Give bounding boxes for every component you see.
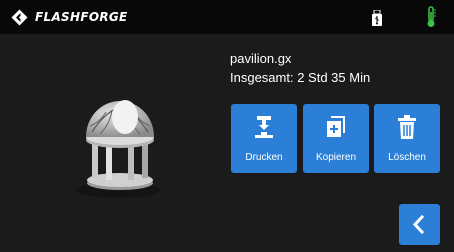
temperature-icon	[427, 6, 436, 27]
flashforge-logo-icon	[11, 9, 28, 26]
chevron-left-icon	[412, 214, 425, 235]
model-preview-image	[76, 100, 160, 198]
trash-icon	[398, 115, 416, 139]
total-print-time: Insgesamt: 2 Std 35 Min	[230, 70, 371, 85]
copy-icon	[327, 116, 345, 137]
printer-nozzle-icon	[255, 116, 273, 138]
file-detail-screen: FLASHFORGE pavilion.gx Insgesamt: 2 Std …	[0, 0, 454, 252]
print-button[interactable]: Drucken	[231, 104, 297, 173]
file-name: pavilion.gx	[230, 51, 292, 66]
brand-name: FLASHFORGE	[35, 10, 128, 24]
brand-logo: FLASHFORGE	[11, 9, 128, 26]
back-button[interactable]	[399, 204, 440, 245]
print-button-label: Drucken	[245, 152, 283, 163]
usb-drive-icon	[372, 10, 382, 26]
delete-button-label: Löschen	[388, 152, 426, 163]
copy-button[interactable]: Kopieren	[303, 104, 369, 173]
top-status-bar: FLASHFORGE	[0, 0, 454, 34]
delete-button[interactable]: Löschen	[374, 104, 440, 173]
copy-button-label: Kopieren	[315, 152, 357, 163]
